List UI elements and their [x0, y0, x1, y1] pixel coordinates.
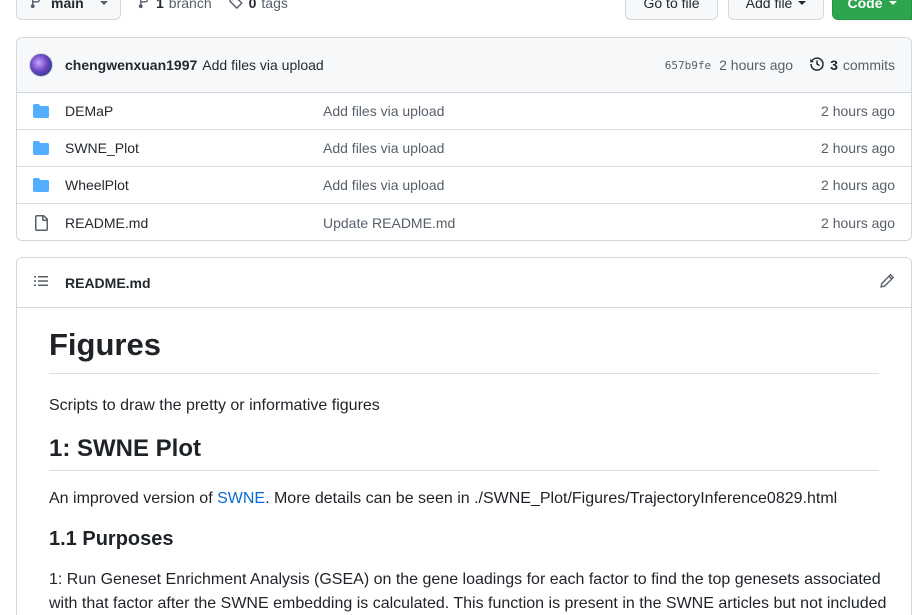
folder-icon [33, 177, 49, 193]
tags-label: tags [261, 0, 288, 11]
chevron-down-icon [888, 1, 897, 5]
chevron-down-icon [100, 1, 108, 5]
file-commit-message[interactable]: Update README.md [323, 215, 821, 231]
readme-intro: Scripts to draw the pretty or informativ… [49, 396, 380, 414]
add-file-button[interactable]: Add file [728, 0, 824, 20]
file-browser: chengwenxuan1997 Add files via upload 65… [16, 37, 912, 241]
chevron-down-icon [798, 1, 807, 5]
readme-header: README.md [17, 258, 911, 308]
file-row[interactable]: SWNE_Plot Add files via upload 2 hours a… [17, 130, 911, 167]
readme-heading-2: 1: SWNE Plot [49, 434, 879, 471]
file-time: 2 hours ago [821, 214, 895, 231]
branches-label: branch [168, 0, 212, 11]
file-commit-message[interactable]: Add files via upload [323, 140, 821, 156]
text: . More details can be seen in ./SWNE_Plo… [265, 489, 838, 507]
folder-icon [33, 140, 49, 156]
branches-count: 1 [156, 0, 164, 11]
text-line: 1: Run Geneset Enrichment Analysis (GSEA… [49, 570, 881, 588]
add-file-label: Add file [745, 0, 793, 11]
text-line: with that factor after the SWNE embeddin… [49, 594, 887, 612]
avatar[interactable] [29, 53, 53, 77]
readme-paragraph: 1: Run Geneset Enrichment Analysis (GSEA… [49, 568, 886, 615]
readme-panel: README.md Figures Scripts to draw the pr… [16, 257, 912, 615]
file-time: 2 hours ago [821, 103, 895, 119]
folder-icon [33, 103, 49, 119]
commits-history-link[interactable]: 3 commits [809, 56, 895, 75]
tag-icon [228, 0, 244, 13]
file-name[interactable]: README.md [65, 215, 323, 231]
commit-time: 2 hours ago [719, 57, 794, 73]
branch-icon [137, 0, 151, 13]
readme-content: Figures Scripts to draw the pretty or in… [17, 308, 911, 615]
file-time: 2 hours ago [821, 177, 895, 193]
tags-link[interactable]: 0 tags [228, 0, 288, 13]
readme-heading-3: 1.1 Purposes [49, 527, 174, 550]
file-name[interactable]: SWNE_Plot [65, 140, 323, 156]
readme-paragraph: An improved version of SWNE. More detail… [49, 487, 879, 511]
file-name[interactable]: DEMaP [65, 103, 323, 119]
file-row[interactable]: WheelPlot Add files via upload 2 hours a… [17, 167, 911, 204]
latest-commit-bar: chengwenxuan1997 Add files via upload 65… [17, 38, 911, 93]
list-icon[interactable] [33, 273, 49, 292]
code-button[interactable]: Code [832, 0, 912, 20]
text: An improved version of [49, 489, 218, 507]
readme-heading-1: Figures [49, 326, 879, 374]
readme-title: README.md [65, 274, 151, 291]
commit-message[interactable]: Add files via upload [202, 57, 323, 73]
file-commit-message[interactable]: Add files via upload [323, 103, 821, 119]
repo-toolbar: main 1 branch 0 tags Go to file Add file… [16, 0, 912, 20]
tags-count: 0 [248, 0, 257, 11]
file-time: 2 hours ago [821, 140, 895, 156]
code-label: Code [847, 0, 883, 11]
history-icon [809, 56, 825, 75]
file-row[interactable]: README.md Update README.md 2 hours ago [17, 204, 911, 240]
commits-label: commits [842, 57, 895, 73]
commit-author[interactable]: chengwenxuan1997 [65, 57, 197, 73]
branch-label: main [51, 0, 84, 11]
commits-count: 3 [830, 57, 838, 73]
file-icon [33, 214, 49, 231]
branch-icon [29, 0, 43, 13]
file-row[interactable]: DEMaP Add files via upload 2 hours ago [17, 93, 911, 130]
file-commit-message[interactable]: Add files via upload [323, 177, 821, 193]
go-to-file-button[interactable]: Go to file [625, 0, 718, 20]
commit-sha[interactable]: 657b9fe [665, 59, 711, 72]
swne-link[interactable]: SWNE [217, 490, 265, 507]
file-name[interactable]: WheelPlot [65, 177, 323, 193]
pencil-icon[interactable] [879, 273, 895, 292]
branch-selector-button[interactable]: main [16, 0, 121, 20]
branches-link[interactable]: 1 branch [137, 0, 212, 13]
